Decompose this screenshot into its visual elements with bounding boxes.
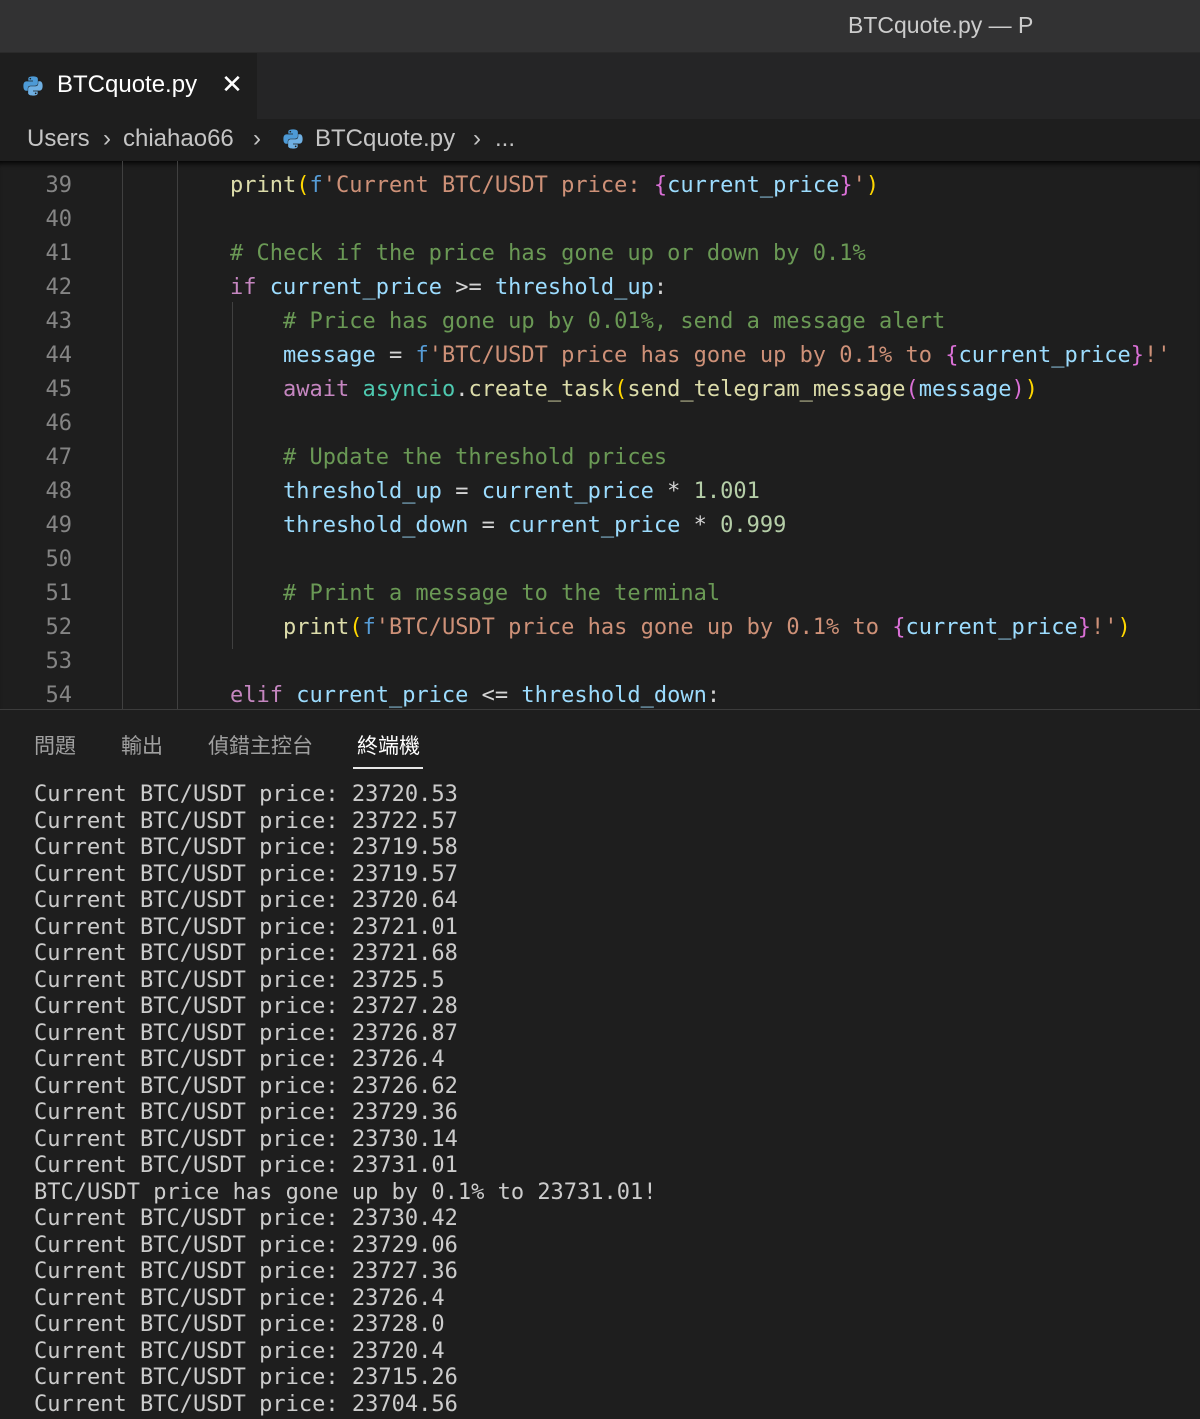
code-editor[interactable]: 39 print(f'Current BTC/USDT price: {curre… xyxy=(0,161,1200,709)
breadcrumb-file[interactable]: BTCquote.py xyxy=(315,125,455,153)
code-line: 44 message = f'BTC/USDT price has gone u… xyxy=(0,339,1200,373)
line-number: 50 xyxy=(45,547,73,572)
code-text: # Update the threshold prices xyxy=(282,445,668,470)
line-number: 47 xyxy=(45,445,73,470)
terminal-line: Current BTC/USDT price: 23720.64 xyxy=(34,888,458,913)
active-tab-indicator xyxy=(353,767,423,769)
tab-terminal[interactable]: 終端機 xyxy=(357,730,420,760)
terminal-line: Current BTC/USDT price: 23715.26 xyxy=(34,1365,458,1390)
chevron-right-icon: › xyxy=(253,125,261,152)
terminal-line: Current BTC/USDT price: 23720.53 xyxy=(34,782,458,807)
code-line: 48 threshold_up = current_price * 1.001 xyxy=(0,475,1200,509)
code-text: await asyncio.create_task(send_telegram_… xyxy=(282,377,1039,402)
python-icon xyxy=(23,76,43,96)
line-number: 51 xyxy=(45,581,73,606)
code-line: 43 # Price has gone up by 0.01%, send a … xyxy=(0,305,1200,339)
terminal-line: Current BTC/USDT price: 23726.62 xyxy=(34,1073,458,1099)
terminal-output[interactable]: Current BTC/USDT price: 23720.53 Current … xyxy=(34,782,1174,1418)
line-number: 48 xyxy=(45,479,73,504)
terminal-line: Current BTC/USDT price: 23721.01 xyxy=(34,914,458,940)
tab-debug-console[interactable]: 偵錯主控台 xyxy=(208,730,313,760)
terminal-line: Current BTC/USDT price: 23704.56 xyxy=(34,1391,458,1417)
terminal-line: BTC/USDT price has gone up by 0.1% to 23… xyxy=(34,1179,657,1205)
code-text: threshold_up = current_price * 1.001 xyxy=(282,479,760,504)
code-text: print(f'Current BTC/USDT price: {current… xyxy=(230,173,880,198)
tab-btcquote[interactable]: BTCquote.py ✕ xyxy=(0,53,258,119)
line-number: 49 xyxy=(45,513,73,538)
terminal-line: Current BTC/USDT price: 23728.0 xyxy=(34,1312,445,1337)
terminal-line: Current BTC/USDT price: 23726.4 xyxy=(34,1047,445,1072)
terminal-line: Current BTC/USDT price: 23730.42 xyxy=(34,1206,458,1231)
code-text: threshold_down = current_price * 0.999 xyxy=(282,513,787,538)
code-line: 53 xyxy=(0,645,1200,679)
code-line: 51 # Print a message to the terminal xyxy=(0,577,1200,611)
terminal-line: Current BTC/USDT price: 23719.57 xyxy=(34,861,458,887)
terminal-line: Current BTC/USDT price: 23727.28 xyxy=(34,994,458,1019)
terminal-line: Current BTC/USDT price: 23730.14 xyxy=(34,1126,458,1152)
chevron-right-icon: › xyxy=(103,125,111,152)
line-number: 39 xyxy=(45,173,73,198)
breadcrumb-users[interactable]: Users xyxy=(27,125,90,153)
terminal-line: Current BTC/USDT price: 23726.4 xyxy=(34,1285,445,1311)
code-text: # Print a message to the terminal xyxy=(282,581,721,606)
code-text: if current_price >= threshold_up: xyxy=(230,275,668,300)
tab-problems[interactable]: 問題 xyxy=(34,730,76,760)
code-line: 49 threshold_down = current_price * 0.99… xyxy=(0,509,1200,543)
code-text: message = f'BTC/USDT price has gone up b… xyxy=(282,343,1171,368)
code-line: 46 xyxy=(0,407,1200,441)
title-bar: BTCquote.py — P xyxy=(0,0,1200,53)
code-line: 54 elif current_price <= threshold_down: xyxy=(0,679,1200,709)
terminal-line: Current BTC/USDT price: 23725.5 xyxy=(34,967,445,993)
code-text: # Check if the price has gone up or down… xyxy=(230,241,866,266)
line-number: 54 xyxy=(45,683,73,708)
line-number: 52 xyxy=(45,615,73,640)
line-number: 42 xyxy=(45,275,73,300)
code-line: 50 xyxy=(0,543,1200,577)
code-line: 47 # Update the threshold prices xyxy=(0,441,1200,475)
line-number: 45 xyxy=(45,377,73,402)
terminal-line: Current BTC/USDT price: 23731.01 xyxy=(34,1153,458,1178)
breadcrumb: Users › chiahao66 › BTCquote.py › ... xyxy=(0,119,1200,161)
terminal-line: Current BTC/USDT price: 23726.87 xyxy=(34,1020,458,1046)
terminal-line: Current BTC/USDT price: 23729.06 xyxy=(34,1232,458,1258)
window-title: BTCquote.py — P xyxy=(848,12,1034,38)
code-line: 39 print(f'Current BTC/USDT price: {curre… xyxy=(0,169,1200,203)
close-icon[interactable]: ✕ xyxy=(219,69,245,99)
terminal-line: Current BTC/USDT price: 23721.68 xyxy=(34,941,458,966)
line-number: 43 xyxy=(45,309,73,334)
python-icon xyxy=(283,129,303,149)
code-text: # Price has gone up by 0.01%, send a mes… xyxy=(282,309,946,334)
code-text: elif current_price <= threshold_down: xyxy=(230,683,721,708)
terminal-line: Current BTC/USDT price: 23719.58 xyxy=(34,835,458,860)
code-line: 41 # Check if the price has gone up or do… xyxy=(0,237,1200,271)
code-line: 40 xyxy=(0,203,1200,237)
chevron-right-icon: › xyxy=(473,125,481,152)
line-number: 40 xyxy=(45,207,73,232)
breadcrumb-symbol[interactable]: ... xyxy=(495,125,515,153)
terminal-line: Current BTC/USDT price: 23720.4 xyxy=(34,1338,445,1364)
line-number: 46 xyxy=(45,411,73,436)
code-line: 52 print(f'BTC/USDT price has gone up by… xyxy=(0,611,1200,645)
code-text: print(f'BTC/USDT price has gone up by 0.… xyxy=(282,615,1131,640)
terminal-line: Current BTC/USDT price: 23729.36 xyxy=(34,1100,458,1125)
bottom-panel: 問題 輸出 偵錯主控台 終端機 Current BTC/USDT price: … xyxy=(0,710,1200,1419)
terminal-line: Current BTC/USDT price: 23727.36 xyxy=(34,1259,458,1284)
tab-output[interactable]: 輸出 xyxy=(121,730,163,760)
editor-tab-bar: BTCquote.py ✕ xyxy=(0,53,1200,119)
line-number: 53 xyxy=(45,649,73,674)
breadcrumb-chiahao66[interactable]: chiahao66 xyxy=(123,125,234,153)
tab-label: BTCquote.py xyxy=(57,71,198,98)
terminal-line: Current BTC/USDT price: 23722.57 xyxy=(34,808,458,834)
code-line: 45 await asyncio.create_task(send_telegr… xyxy=(0,373,1200,407)
code-line: 42 if current_price >= threshold_up: xyxy=(0,271,1200,305)
line-number: 44 xyxy=(45,343,73,368)
line-number: 41 xyxy=(45,241,73,266)
